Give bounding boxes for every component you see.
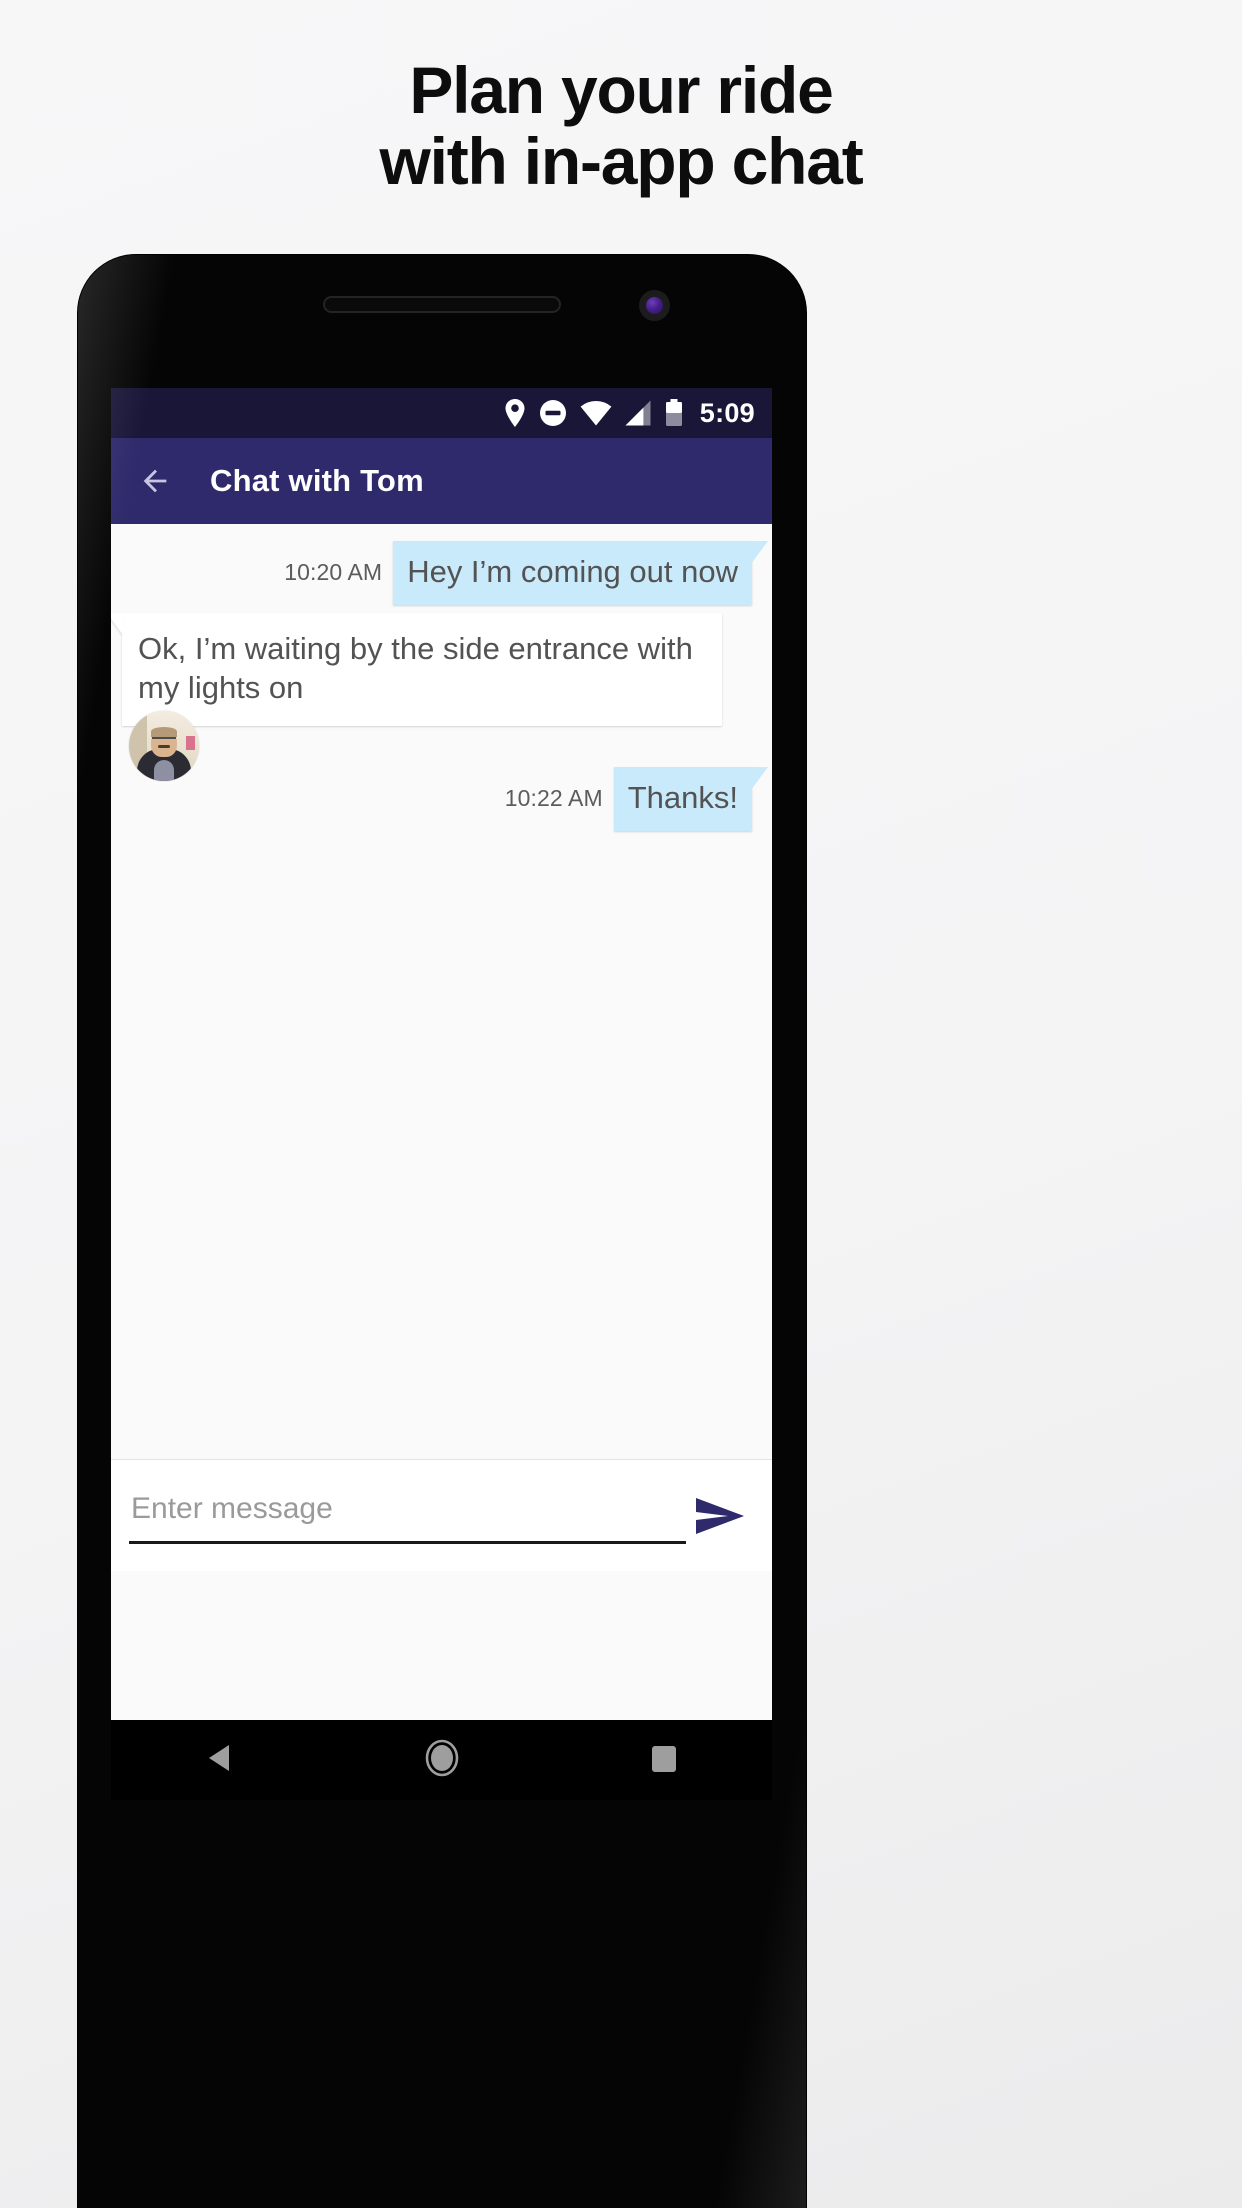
message-bubble-outgoing[interactable]: Thanks! xyxy=(613,767,769,831)
promo-headline: Plan your ride with in-app chat xyxy=(0,55,1242,196)
wifi-icon xyxy=(580,400,612,426)
phone-screen: 5:09 Chat with Tom 10:20 AM Hey I’m comi… xyxy=(111,388,772,1720)
status-bar-clock: 5:09 xyxy=(699,397,755,428)
message-row-outgoing-1: 10:20 AM Hey I’m coming out now xyxy=(111,541,772,605)
avatar xyxy=(129,710,199,781)
send-icon[interactable] xyxy=(690,1486,750,1546)
message-input-wrapper xyxy=(129,1487,686,1544)
chat-title: Chat with Tom xyxy=(210,463,424,498)
message-bubble-incoming[interactable]: Ok, I’m waiting by the side entrance wit… xyxy=(122,612,722,727)
cell-signal-icon xyxy=(625,400,652,426)
message-composer xyxy=(111,1459,772,1571)
android-nav-bar xyxy=(111,1720,772,1800)
phone-device-frame: 5:09 Chat with Tom 10:20 AM Hey I’m comi… xyxy=(78,255,806,2208)
message-timestamp: 10:20 AM xyxy=(284,559,383,586)
input-underline xyxy=(129,1540,686,1544)
message-input[interactable] xyxy=(129,1487,680,1540)
message-row-outgoing-2: 10:22 AM Thanks! xyxy=(111,767,772,831)
message-thread[interactable]: 10:20 AM Hey I’m coming out now Ok, I’m … xyxy=(111,524,772,1459)
message-bubble-outgoing[interactable]: Hey I’m coming out now xyxy=(393,541,768,605)
app-bar: Chat with Tom xyxy=(111,438,772,524)
message-row-incoming-1: Ok, I’m waiting by the side entrance wit… xyxy=(111,612,772,781)
back-arrow-icon[interactable] xyxy=(138,464,172,498)
android-back-icon[interactable] xyxy=(205,1742,235,1779)
battery-icon xyxy=(665,399,683,427)
headline-line-2: with in-app chat xyxy=(379,123,863,198)
front-camera-icon xyxy=(639,290,670,321)
earpiece-speaker xyxy=(323,296,561,313)
status-bar: 5:09 xyxy=(111,388,772,438)
headline-line-1: Plan your ride xyxy=(409,53,834,127)
location-pin-icon xyxy=(504,399,526,427)
android-home-icon[interactable] xyxy=(422,1738,462,1783)
do-not-disturb-icon xyxy=(539,399,567,427)
message-timestamp: 10:22 AM xyxy=(504,785,603,812)
android-recents-icon[interactable] xyxy=(649,1742,679,1779)
